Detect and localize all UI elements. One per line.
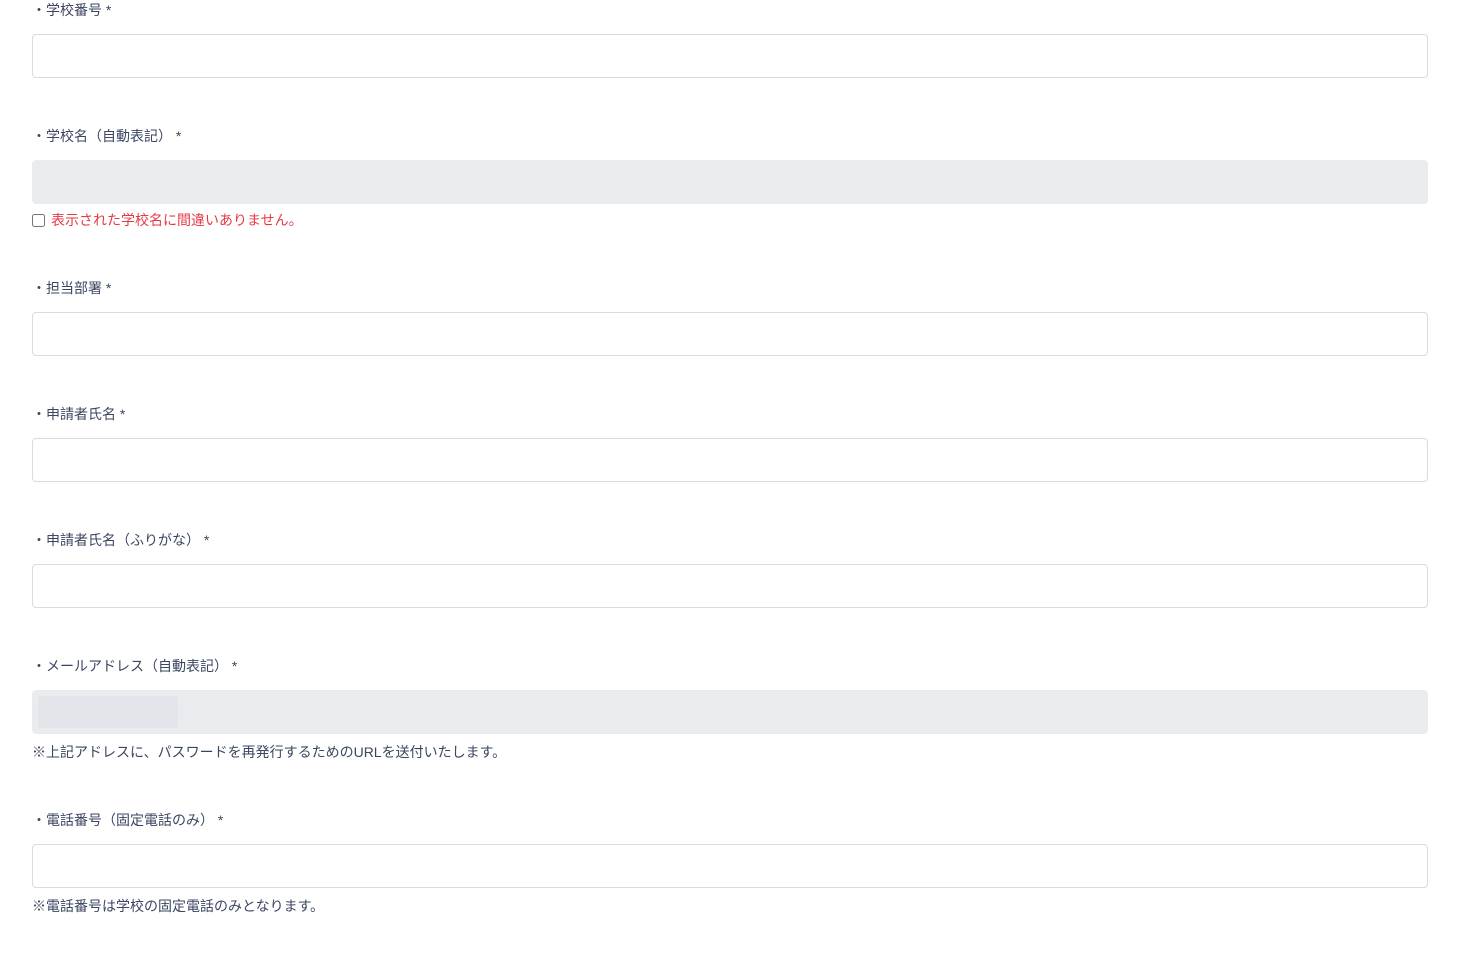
school-number-label: ・学校番号 * bbox=[32, 0, 1428, 20]
department-label: ・担当部署 * bbox=[32, 278, 1428, 298]
school-name-confirm-label: 表示された学校名に間違いありません。 bbox=[51, 210, 303, 230]
phone-label: ・電話番号（固定電話のみ） * bbox=[32, 810, 1428, 830]
email-label: ・メールアドレス（自動表記） * bbox=[32, 656, 1428, 676]
school-name-group: ・学校名（自動表記） * 表示された学校名に間違いありません。 bbox=[32, 126, 1428, 230]
applicant-name-group: ・申請者氏名 * bbox=[32, 404, 1428, 482]
email-input-wrapper bbox=[32, 690, 1428, 734]
school-name-input bbox=[32, 160, 1428, 204]
email-group: ・メールアドレス（自動表記） * ※上記アドレスに、パスワードを再発行するための… bbox=[32, 656, 1428, 762]
applicant-name-kana-label: ・申請者氏名（ふりがな） * bbox=[32, 530, 1428, 550]
department-group: ・担当部署 * bbox=[32, 278, 1428, 356]
school-name-confirm-row: 表示された学校名に間違いありません。 bbox=[32, 210, 1428, 230]
phone-note: ※電話番号は学校の固定電話のみとなります。 bbox=[32, 896, 1428, 916]
email-note: ※上記アドレスに、パスワードを再発行するためのURLを送付いたします。 bbox=[32, 742, 1428, 762]
applicant-name-kana-input[interactable] bbox=[32, 564, 1428, 608]
school-number-input[interactable] bbox=[32, 34, 1428, 78]
applicant-name-label: ・申請者氏名 * bbox=[32, 404, 1428, 424]
school-name-confirm-checkbox[interactable] bbox=[32, 214, 45, 227]
department-input[interactable] bbox=[32, 312, 1428, 356]
school-number-group: ・学校番号 * bbox=[32, 0, 1428, 78]
school-name-label: ・学校名（自動表記） * bbox=[32, 126, 1428, 146]
applicant-name-kana-group: ・申請者氏名（ふりがな） * bbox=[32, 530, 1428, 608]
phone-group: ・電話番号（固定電話のみ） * ※電話番号は学校の固定電話のみとなります。 bbox=[32, 810, 1428, 916]
applicant-name-input[interactable] bbox=[32, 438, 1428, 482]
phone-input[interactable] bbox=[32, 844, 1428, 888]
email-redacted-block bbox=[38, 696, 178, 728]
email-input bbox=[32, 690, 1428, 734]
